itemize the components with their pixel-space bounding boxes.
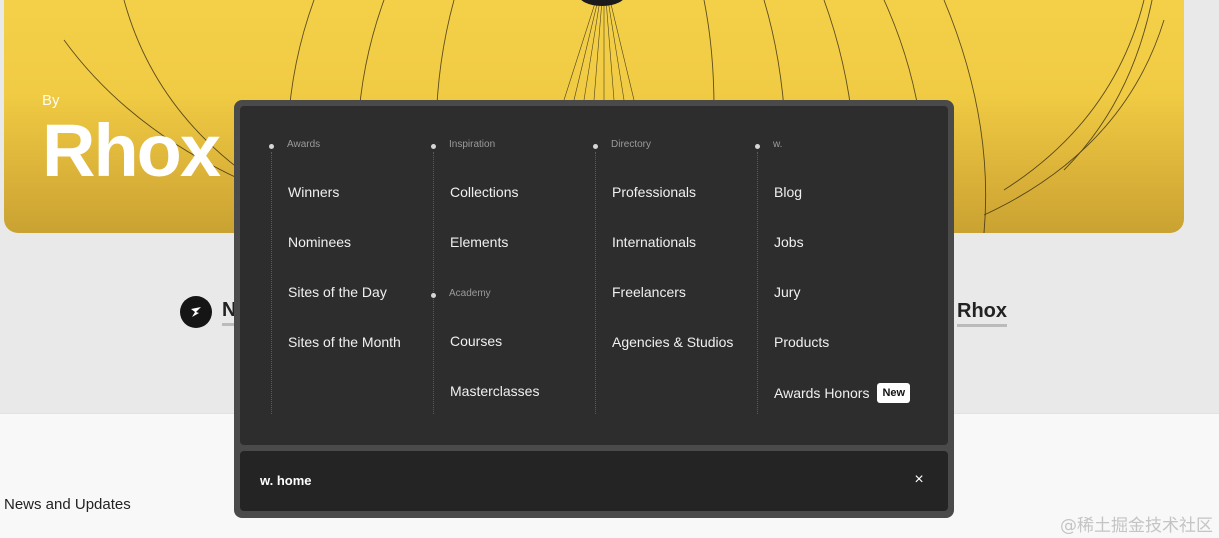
hero-title: Rhox xyxy=(42,109,221,192)
category-dot xyxy=(593,144,598,149)
menu-item-awards-honors[interactable]: Awards Honors New xyxy=(774,383,911,403)
close-icon[interactable]: × xyxy=(910,471,928,489)
subcategory-dot xyxy=(431,293,436,298)
nav-menu-overlay: Awards Winners Nominees Sites of the Day… xyxy=(234,100,954,518)
nav-menu-footer: w. home × xyxy=(240,451,948,511)
column-rail xyxy=(271,152,272,414)
section-title: News and Updates xyxy=(4,496,131,513)
menu-item-masterclasses[interactable]: Masterclasses xyxy=(450,383,539,399)
home-link[interactable]: w. home xyxy=(260,473,312,488)
menu-item-products[interactable]: Products xyxy=(774,334,829,350)
subcategory-label: Academy xyxy=(449,288,491,299)
menu-item-freelancers[interactable]: Freelancers xyxy=(612,284,686,300)
menu-item-professionals[interactable]: Professionals xyxy=(612,184,696,200)
column-rail xyxy=(595,152,596,414)
avatar xyxy=(180,296,212,328)
menu-item-elements[interactable]: Elements xyxy=(450,234,508,250)
category-dot xyxy=(431,144,436,149)
hero-by-label: By xyxy=(42,92,60,109)
menu-item-jobs[interactable]: Jobs xyxy=(774,234,804,250)
menu-item-agencies-studios[interactable]: Agencies & Studios xyxy=(612,334,733,350)
menu-column-awards: Awards Winners Nominees Sites of the Day… xyxy=(240,139,402,414)
author-right-name[interactable]: Rhox xyxy=(957,300,1007,327)
category-dot xyxy=(269,144,274,149)
menu-item-blog[interactable]: Blog xyxy=(774,184,802,200)
new-badge: New xyxy=(877,383,911,403)
menu-column-directory: Directory Professionals Internationals F… xyxy=(564,139,733,414)
category-dot xyxy=(755,144,760,149)
author-left[interactable]: N xyxy=(180,296,237,328)
menu-item-collections[interactable]: Collections xyxy=(450,184,518,200)
menu-column-w: w. Blog Jobs Jury Products Awards Honors… xyxy=(726,139,911,414)
category-label: Directory xyxy=(611,139,652,150)
column-rail xyxy=(433,152,434,414)
menu-item-nominees[interactable]: Nominees xyxy=(288,234,351,250)
menu-item-sites-of-the-day[interactable]: Sites of the Day xyxy=(288,284,387,300)
bolt-icon xyxy=(191,307,201,317)
category-label: Inspiration xyxy=(449,139,496,150)
menu-item-winners[interactable]: Winners xyxy=(288,184,339,200)
menu-item-internationals[interactable]: Internationals xyxy=(612,234,696,250)
menu-item-awards-honors-label: Awards Honors xyxy=(774,385,870,401)
menu-column-inspiration: Inspiration Collections Elements Academy… xyxy=(402,139,564,414)
menu-item-jury[interactable]: Jury xyxy=(774,284,800,300)
menu-item-courses[interactable]: Courses xyxy=(450,333,502,349)
category-label: Awards xyxy=(287,139,321,150)
watermark: @稀土掘金技术社区 xyxy=(1060,516,1213,536)
category-label: w. xyxy=(773,139,783,150)
column-rail xyxy=(757,152,758,414)
nav-menu-panel: Awards Winners Nominees Sites of the Day… xyxy=(240,106,948,445)
menu-item-sites-of-the-month[interactable]: Sites of the Month xyxy=(288,334,401,350)
